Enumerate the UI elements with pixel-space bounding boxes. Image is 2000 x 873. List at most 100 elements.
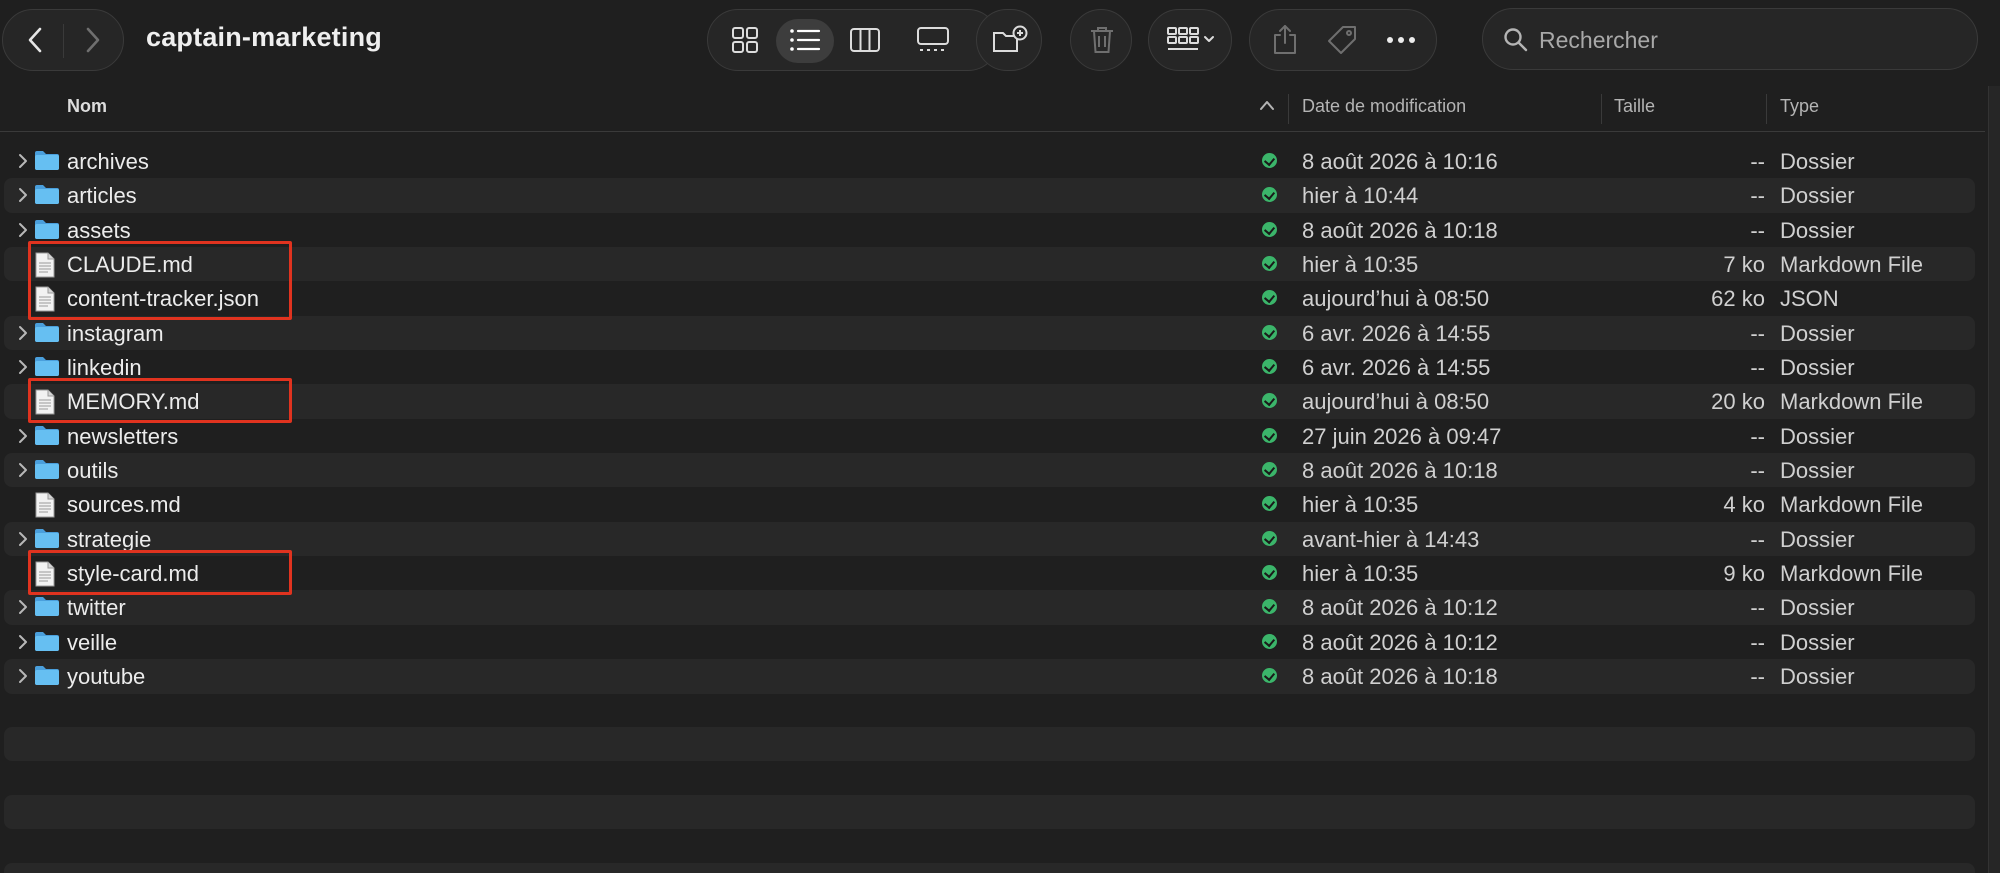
file-row[interactable]: twitter 8 août 2026 à 10:12 -- Dossier <box>4 590 1975 625</box>
disclosure-chevron-icon[interactable] <box>15 153 31 169</box>
gallery-view-button[interactable] <box>900 10 966 70</box>
file-row[interactable]: youtube 8 août 2026 à 10:18 -- Dossier <box>4 659 1975 694</box>
disclosure-chevron-icon[interactable] <box>15 359 31 375</box>
folder-icon <box>34 149 60 176</box>
new-folder-button[interactable] <box>976 9 1042 71</box>
file-date-modified: 8 août 2026 à 10:18 <box>1302 458 1498 484</box>
synced-status-icon <box>1262 496 1277 512</box>
file-row[interactable]: instagram 6 avr. 2026 à 14:55 -- Dossier <box>4 315 1975 351</box>
file-row[interactable]: strategie avant-hier à 14:43 -- Dossier <box>4 521 1975 557</box>
trash-icon <box>1091 27 1113 53</box>
new-folder-wrap <box>977 10 1043 70</box>
disclosure-chevron-icon[interactable] <box>15 599 31 615</box>
search-input[interactable] <box>1539 21 1959 59</box>
file-row[interactable]: sources.md hier à 10:35 4 ko Markdown File <box>4 487 1975 521</box>
trash-button[interactable] <box>1070 9 1132 71</box>
file-name: CLAUDE.md <box>67 252 193 278</box>
file-size: 62 ko <box>1711 286 1765 312</box>
file-kind: Markdown File <box>1780 389 1924 415</box>
file-size: -- <box>1750 526 1765 552</box>
search-field[interactable] <box>1482 8 1978 70</box>
tag-icon <box>1328 26 1356 54</box>
grid-view-button[interactable] <box>718 10 772 70</box>
group-wrap <box>1149 10 1233 70</box>
file-date-modified: 8 août 2026 à 10:18 <box>1302 664 1498 690</box>
disclosure-chevron-icon[interactable] <box>15 668 31 684</box>
file-row[interactable]: content-tracker.json aujourd’hui à 08:50 6… <box>4 281 1975 315</box>
synced-status-icon <box>1262 530 1277 546</box>
file-size: -- <box>1750 458 1765 484</box>
file-name: instagram <box>67 320 164 346</box>
column-kind-header[interactable]: Type <box>1780 96 1819 117</box>
file-name: strategie <box>67 526 152 552</box>
file-date-modified: avant-hier à 14:43 <box>1302 526 1480 552</box>
column-divider[interactable] <box>1288 94 1289 124</box>
file-date-modified: 27 juin 2026 à 09:47 <box>1302 423 1502 449</box>
synced-status-icon <box>1262 153 1277 168</box>
file-size: -- <box>1750 217 1765 243</box>
column-date-header[interactable]: Date de modification <box>1302 96 1466 117</box>
file-kind: Dossier <box>1780 629 1855 655</box>
file-kind: Dossier <box>1780 320 1855 346</box>
file-row[interactable]: articles hier à 10:44 -- Dossier <box>4 178 1975 213</box>
folder-icon <box>34 595 60 622</box>
file-row[interactable]: MEMORY.md aujourd’hui à 08:50 20 ko Markdow… <box>4 384 1975 419</box>
file-kind: Dossier <box>1780 423 1855 449</box>
synced-status-icon <box>1262 462 1277 478</box>
forward-button[interactable] <box>69 10 117 70</box>
share-button[interactable] <box>1256 10 1314 70</box>
synced-status-icon <box>1262 599 1277 615</box>
folder-icon <box>34 218 60 245</box>
column-divider[interactable] <box>1601 94 1602 124</box>
synced-status-icon <box>1262 324 1277 340</box>
file-row[interactable]: outils 8 août 2026 à 10:18 -- Dossier <box>4 453 1975 488</box>
file-row[interactable]: assets 8 août 2026 à 10:18 -- Dossier <box>4 213 1975 247</box>
folder-icon <box>34 183 60 210</box>
file-kind: Dossier <box>1780 149 1855 174</box>
file-kind: JSON <box>1780 286 1839 312</box>
file-name: twitter <box>67 595 126 621</box>
file-name: sources.md <box>67 492 181 518</box>
trash-wrap <box>1071 10 1133 70</box>
synced-status-icon <box>1262 359 1277 375</box>
column-name-header[interactable]: Nom <box>67 96 107 117</box>
file-row[interactable]: style-card.md hier à 10:35 9 ko Markdown Fi… <box>4 556 1975 590</box>
file-row[interactable]: CLAUDE.md hier à 10:35 7 ko Markdown File <box>4 247 1975 282</box>
share-icon <box>1274 25 1296 54</box>
sort-ascending-icon[interactable] <box>1259 99 1275 111</box>
disclosure-chevron-icon[interactable] <box>15 428 31 444</box>
column-size-header[interactable]: Taille <box>1614 96 1655 117</box>
file-name: newsletters <box>67 423 179 449</box>
group-by-button[interactable] <box>1148 9 1232 71</box>
document-icon <box>34 492 56 523</box>
tag-button[interactable] <box>1314 10 1372 70</box>
actions-group <box>1249 9 1437 71</box>
disclosure-chevron-icon[interactable] <box>15 531 31 547</box>
disclosure-chevron-icon[interactable] <box>15 222 31 238</box>
list-view-button[interactable] <box>778 10 832 70</box>
file-size: -- <box>1750 355 1765 381</box>
document-icon <box>34 286 56 317</box>
file-row[interactable]: linkedin 6 avr. 2026 à 14:55 -- Dossier <box>4 350 1975 384</box>
file-date-modified: hier à 10:35 <box>1302 252 1419 278</box>
back-icon <box>28 27 42 53</box>
column-header: Nom Date de modification Taille Type <box>0 86 1985 132</box>
disclosure-chevron-icon[interactable] <box>15 187 31 203</box>
navigation-group <box>2 9 124 71</box>
more-button[interactable] <box>1372 10 1430 70</box>
scrollbar-track[interactable] <box>1988 86 2000 873</box>
disclosure-chevron-icon[interactable] <box>15 634 31 650</box>
disclosure-chevron-icon[interactable] <box>15 325 31 341</box>
file-kind: Dossier <box>1780 217 1855 243</box>
synced-status-icon <box>1262 221 1277 237</box>
file-kind: Dossier <box>1780 183 1855 209</box>
file-row[interactable]: veille 8 août 2026 à 10:12 -- Dossier <box>4 625 1975 659</box>
column-view-button[interactable] <box>838 10 892 70</box>
file-row[interactable]: archives 8 août 2026 à 10:16 -- Dossier <box>4 144 1975 178</box>
disclosure-chevron-icon[interactable] <box>15 462 31 478</box>
folder-icon <box>34 321 60 348</box>
back-button[interactable] <box>11 10 59 70</box>
file-kind: Markdown File <box>1780 252 1924 278</box>
column-divider[interactable] <box>1766 94 1767 124</box>
file-row[interactable]: newsletters 27 juin 2026 à 09:47 -- Dossier <box>4 419 1975 453</box>
